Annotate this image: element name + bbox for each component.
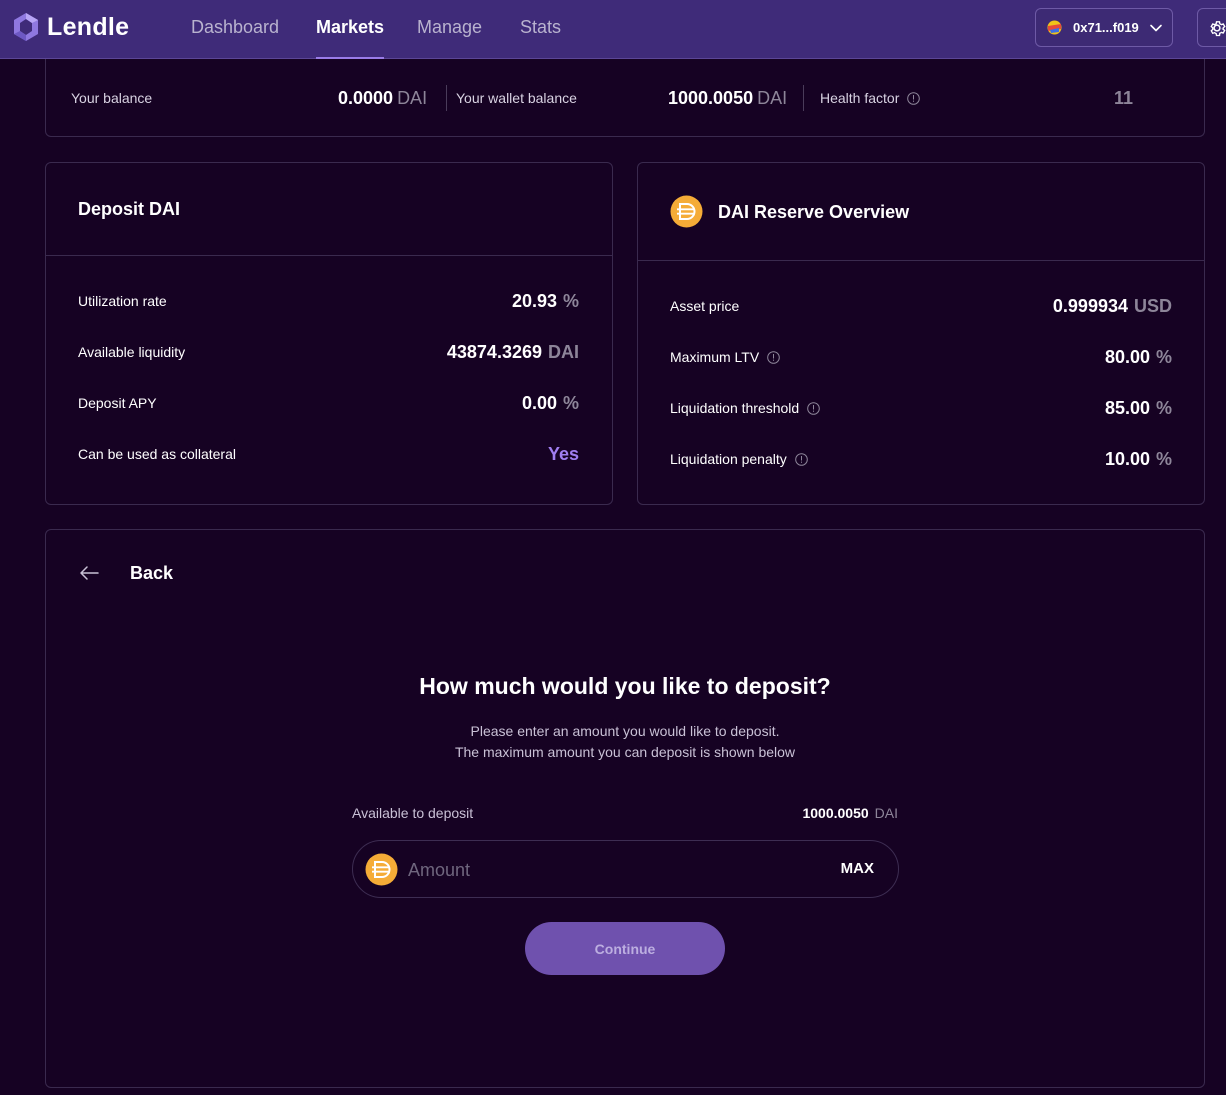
wallet-avatar-icon	[1047, 20, 1062, 35]
deposit-form-panel	[45, 529, 1205, 1088]
dai-coin-icon	[670, 195, 703, 228]
wallet-balance-label: Your wallet balance	[456, 90, 577, 106]
divider	[446, 85, 447, 111]
back-button[interactable]: Back	[78, 562, 173, 584]
maximum-ltv-label: Maximum LTV	[670, 349, 781, 365]
health-factor-value: 11	[1114, 88, 1134, 108]
deposit-heading: How much would you like to deposit?	[419, 673, 831, 699]
wallet-button[interactable]: 0x71...f019	[1035, 8, 1173, 47]
reserve-card-title: DAI Reserve Overview	[718, 202, 910, 222]
utilization-rate-label: Utilization rate	[78, 293, 167, 309]
available-to-deposit-unit: DAI	[874, 805, 898, 821]
maximum-ltv-value: 80.00%	[1104, 347, 1172, 367]
nav-dashboard[interactable]: Dashboard	[191, 0, 279, 59]
wallet-balance-value: 1000.0050 DAI	[668, 88, 788, 108]
dai-coin-icon	[365, 853, 398, 886]
available-to-deposit-label: Available to deposit	[352, 805, 474, 821]
info-icon[interactable]	[767, 351, 781, 364]
divider	[46, 255, 612, 256]
balance-summary-bar: Your balance 0.0000 DAI Your wallet balan…	[45, 59, 1205, 137]
info-icon[interactable]	[907, 92, 921, 105]
max-button[interactable]: MAX	[841, 860, 874, 877]
top-navigation-bar: Lendle Dashboard Markets Manage Stats 0x…	[0, 0, 1226, 59]
info-icon[interactable]	[794, 453, 808, 466]
liquidation-penalty-label: Liquidation penalty	[670, 451, 808, 467]
your-balance-unit: DAI	[397, 88, 428, 108]
amount-field: MAX	[352, 840, 899, 898]
brand-name: Lendle	[47, 12, 130, 41]
deposit-apy-label: Deposit APY	[78, 395, 157, 411]
nav-markets[interactable]: Markets	[316, 0, 385, 59]
available-to-deposit-value: 1000.0050 DAI	[802, 805, 898, 821]
liquidation-threshold-label: Liquidation threshold	[670, 400, 821, 416]
continue-button[interactable]: Continue	[525, 922, 725, 975]
info-icon[interactable]	[807, 402, 821, 415]
deposit-info-card: Deposit DAI Utilization rate 20.93% Avai…	[45, 162, 613, 505]
deposit-apy-value: 0.00%	[521, 393, 579, 413]
wallet-balance-unit: DAI	[757, 88, 788, 108]
your-balance-value: 0.0000 DAI	[338, 88, 428, 108]
brand-logo[interactable]: Lendle	[13, 12, 129, 42]
nav-stats[interactable]: Stats	[520, 0, 561, 59]
health-factor-label: Health factor	[820, 90, 921, 106]
arrow-left-icon	[80, 566, 99, 580]
divider	[803, 85, 804, 111]
collateral-value: Yes	[547, 444, 579, 464]
deposit-subtitle-line1: Please enter an amount you would like to…	[470, 723, 780, 739]
settings-button[interactable]	[1197, 8, 1226, 47]
chevron-down-icon	[1149, 24, 1162, 31]
amount-input[interactable]	[408, 855, 808, 885]
lendle-logo-icon	[14, 13, 38, 41]
available-liquidity-label: Available liquidity	[78, 344, 186, 360]
back-label: Back	[130, 562, 174, 583]
divider	[638, 260, 1204, 261]
available-liquidity-value: 43874.3269 DAI	[446, 342, 579, 362]
deposit-subtitle-line2: The maximum amount you can deposit is sh…	[454, 744, 796, 760]
nav-manage[interactable]: Manage	[417, 0, 482, 59]
wallet-address: 0x71...f019	[1073, 20, 1139, 35]
liquidation-threshold-value: 85.00%	[1104, 398, 1172, 418]
gear-icon	[1210, 20, 1226, 36]
deposit-card-title: Deposit DAI	[78, 199, 181, 219]
asset-price-label: Asset price	[670, 298, 740, 314]
utilization-rate-value: 20.93%	[511, 291, 579, 311]
liquidation-penalty-value: 10.00%	[1104, 449, 1172, 469]
collateral-label: Can be used as collateral	[78, 446, 236, 462]
your-balance-label: Your balance	[71, 90, 153, 106]
reserve-overview-card: DAI Reserve Overview Asset price 0.99993…	[637, 162, 1205, 505]
asset-price-value: 0.999934 USD	[1052, 296, 1172, 316]
